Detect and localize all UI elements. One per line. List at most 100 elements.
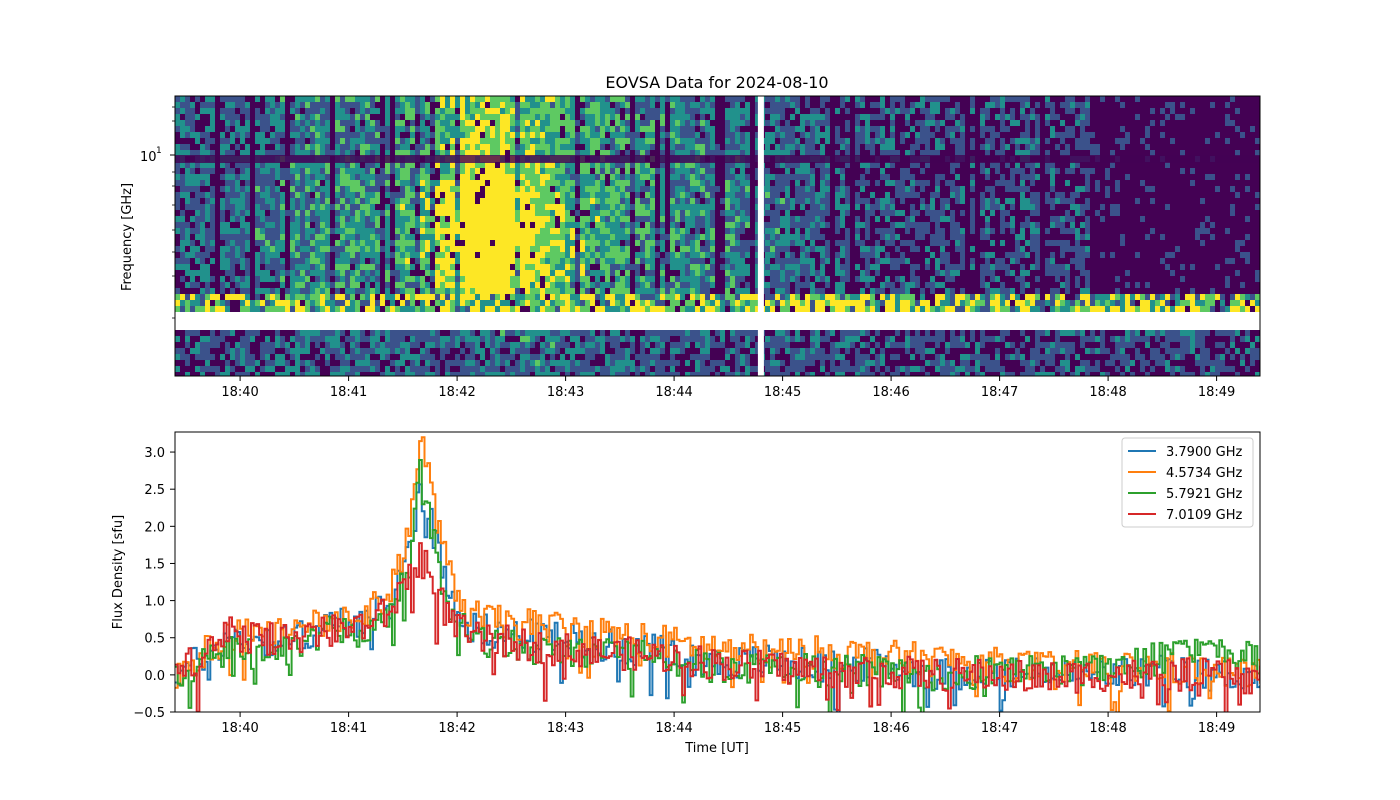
spectrogram-cell — [200, 204, 205, 210]
spectrogram-cell — [300, 132, 305, 138]
spectrogram-cell — [525, 114, 530, 120]
spectrogram-cell — [175, 198, 180, 204]
spectrogram-cell — [510, 132, 515, 138]
spectrogram-cell — [550, 348, 555, 354]
spectrogram-cell — [530, 330, 535, 336]
spectrogram-cell — [370, 348, 375, 354]
spectrogram-cell — [725, 138, 730, 144]
spectrogram-cell — [285, 288, 290, 294]
spectrogram-cell — [380, 330, 385, 336]
spectrogram-cell — [270, 192, 275, 198]
spectrogram-cell — [520, 264, 525, 270]
spectrogram-cell — [350, 336, 355, 342]
spectrogram-cell — [675, 108, 680, 114]
spectrogram-cell — [800, 252, 805, 258]
spectrogram-cell — [500, 204, 505, 210]
spectrogram-cell — [425, 108, 430, 114]
spectrogram-cell — [255, 222, 260, 228]
spectrogram-cell — [370, 366, 375, 372]
spectrogram-cell — [345, 120, 350, 126]
spectrogram-cell — [690, 306, 695, 312]
spectrogram-cell — [820, 288, 825, 294]
spectrogram-cell — [495, 198, 500, 204]
spectrogram-cell — [200, 240, 205, 246]
spectrogram-cell — [535, 330, 540, 336]
spectrogram-cell — [270, 138, 275, 144]
spectrogram-cell — [585, 330, 590, 336]
spectrogram-cell — [445, 258, 450, 264]
spectrogram-cell — [275, 336, 280, 342]
spectrogram-cell — [795, 126, 800, 132]
spectrogram-cell — [590, 198, 595, 204]
spectrogram-cell — [730, 252, 735, 258]
spectrogram-cell — [520, 138, 525, 144]
spectrogram-cell — [590, 294, 595, 300]
spectrogram-cell — [475, 108, 480, 114]
spectrogram-cell — [700, 360, 705, 366]
spectrogram-cell — [420, 114, 425, 120]
spectrogram-cell — [385, 114, 390, 120]
spectrogram-cell — [320, 240, 325, 246]
spectrogram-cell — [465, 300, 470, 306]
spectrogram-cell — [780, 360, 785, 366]
spectrogram-cell — [225, 360, 230, 366]
spectrogram-cell — [275, 372, 280, 376]
spectrogram-cell — [415, 216, 420, 222]
spectrogram-cell — [185, 306, 190, 312]
spectrogram-cell — [530, 276, 535, 282]
spectrogram-cell — [595, 276, 600, 282]
spectrogram-cell — [265, 264, 270, 270]
spectrogram-cell — [515, 276, 520, 282]
spectrogram-cell — [690, 258, 695, 264]
spectrogram-cell — [605, 108, 610, 114]
spectrogram-cell — [490, 372, 495, 376]
spectrogram-cell — [405, 102, 410, 108]
spectrogram-cell — [305, 180, 310, 186]
spectrogram-cell — [480, 306, 485, 312]
spectrogram-cell — [835, 222, 840, 228]
spectrogram-cell — [445, 252, 450, 258]
spectrogram-cell — [445, 240, 450, 246]
spectrogram-cell — [360, 228, 365, 234]
spectrogram-cell — [470, 210, 475, 216]
spectrogram-cell — [310, 264, 315, 270]
spectrogram-cell — [445, 138, 450, 144]
spectrogram-cell — [515, 132, 520, 138]
spectrogram-cell — [440, 138, 445, 144]
spectrogram-cell — [730, 216, 735, 222]
spectrogram-cell — [640, 102, 645, 108]
spectrogram-cell — [820, 114, 825, 120]
spectrogram-cell — [350, 180, 355, 186]
spectrogram-cell — [485, 264, 490, 270]
spectrogram-cell — [310, 330, 315, 336]
spectrogram-cell — [290, 186, 295, 192]
spectrogram-cell — [235, 252, 240, 258]
spectrogram-cell — [490, 270, 495, 276]
spectrogram-cell — [700, 222, 705, 228]
spectrogram-cell — [600, 336, 605, 342]
spectrogram-cell — [410, 288, 415, 294]
spectrogram-cell — [335, 204, 340, 210]
spectrogram-cell — [780, 204, 785, 210]
spectrogram-cell — [220, 288, 225, 294]
spectrogram-cell — [455, 276, 460, 282]
spectrogram-cell — [205, 168, 210, 174]
spectrogram-cell — [320, 198, 325, 204]
spectrogram-cell — [525, 360, 530, 366]
spectrogram-cell — [810, 138, 815, 144]
spectrogram-cell — [645, 96, 650, 102]
spectrogram-cell — [270, 294, 275, 300]
spectrogram-cell — [785, 258, 790, 264]
spectrogram-cell — [465, 192, 470, 198]
spectrogram-cell — [305, 186, 310, 192]
spectrogram-cell — [395, 138, 400, 144]
spectrogram-cell — [700, 126, 705, 132]
spectrogram-cell — [410, 282, 415, 288]
spectrogram-cell — [795, 168, 800, 174]
spectrogram-cell — [600, 246, 605, 252]
spectrogram-cell — [305, 360, 310, 366]
spectrogram-cell — [175, 192, 180, 198]
spectrogram-cell — [325, 138, 330, 144]
spectrogram-cell — [380, 210, 385, 216]
spectrogram-cell — [660, 330, 665, 336]
